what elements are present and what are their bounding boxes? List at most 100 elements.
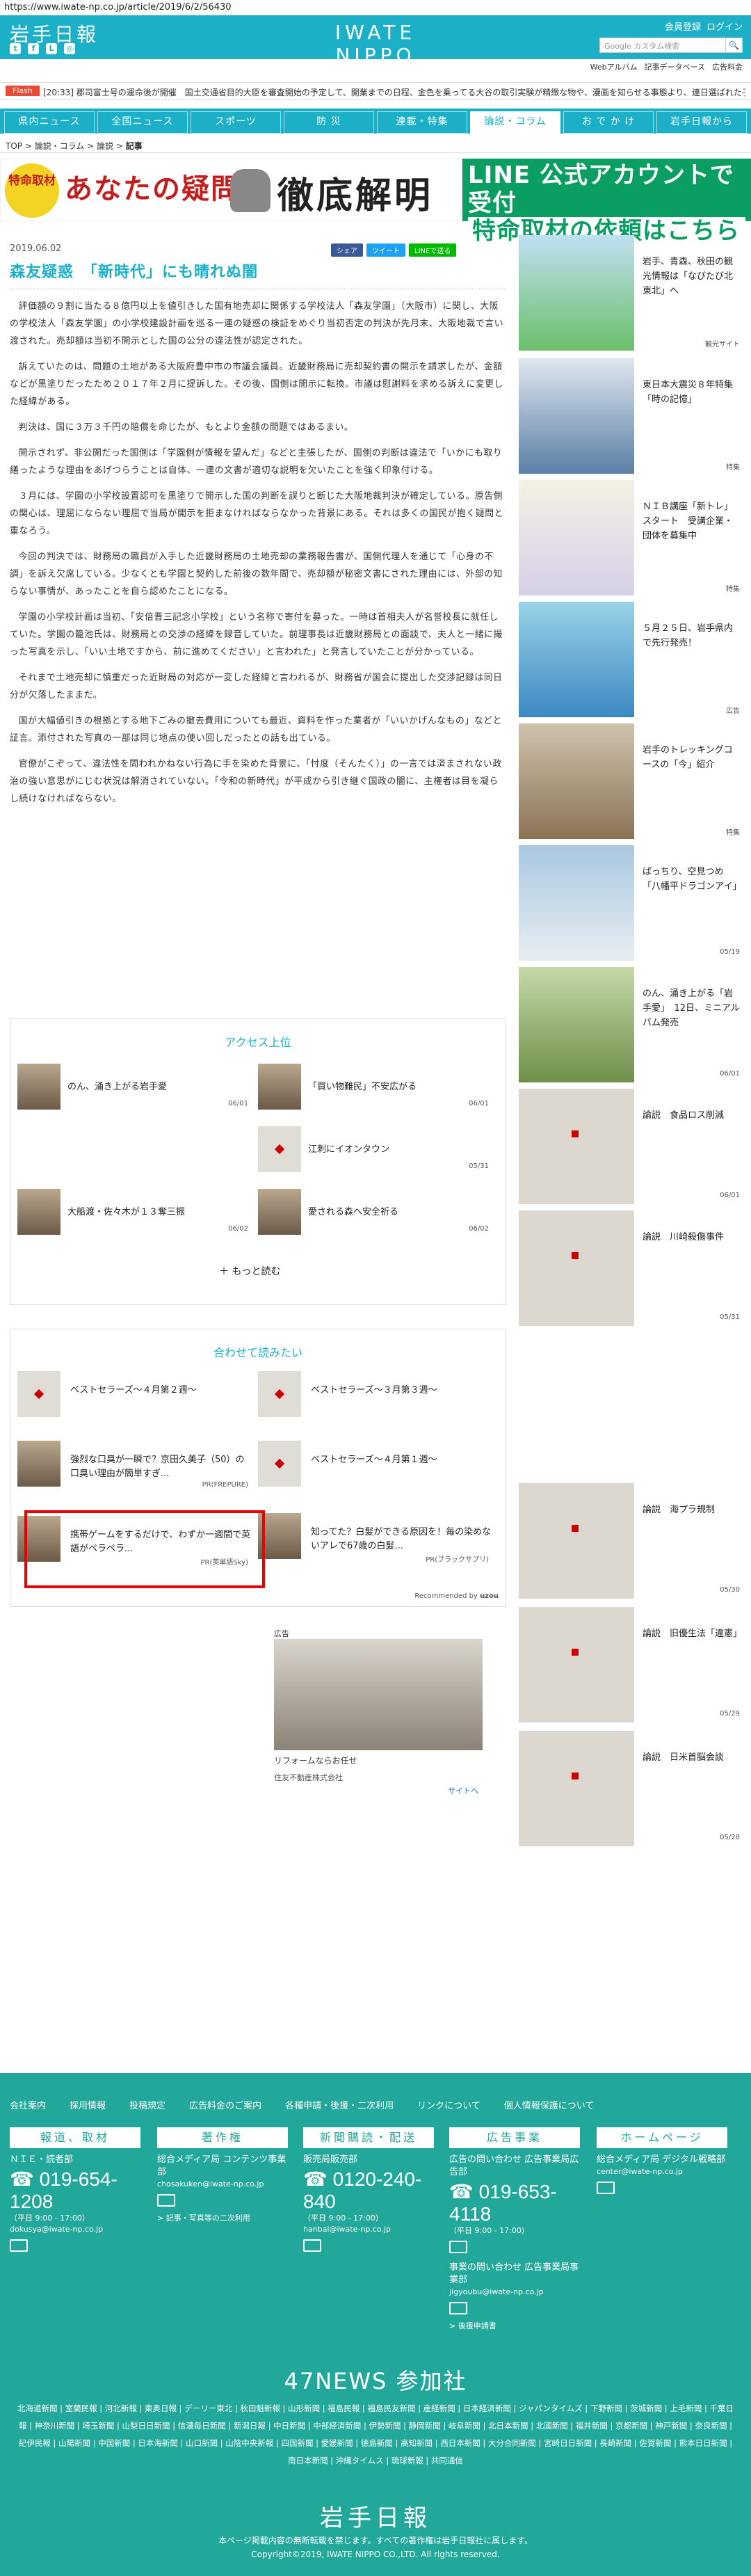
register-link[interactable]: 会員登録	[665, 19, 701, 33]
footer-link[interactable]: 広告料金のご案内	[189, 2098, 261, 2111]
web-album-link[interactable]: Webアルバム	[590, 61, 638, 72]
banner-catch: あなたの疑問	[65, 173, 240, 205]
tokumei-banner[interactable]: 特命取材 あなたの疑問 徹底解明	[0, 159, 462, 221]
sidebar-item[interactable]: 論説 旧優生法「違憲」 05/29	[519, 1607, 743, 1727]
footer-col-head: 新聞購読・配送	[303, 2127, 434, 2148]
mail-icon[interactable]	[597, 2182, 615, 2194]
footer-col-sub: 販売局販売部	[303, 2154, 358, 2165]
footer-logo[interactable]: 岩手日報	[0, 2499, 751, 2533]
footer-hours: （平日 9:00 - 17:00）	[10, 2214, 90, 2223]
recommend-item[interactable]: 知ってた？白髪ができる原因を！毎の染めないアレで67歳の白髪... PR(ブラッ…	[258, 1513, 494, 1565]
ad-rates-link[interactable]: 広告料金	[712, 61, 743, 72]
url-bar[interactable]: https://www.iwate-np.co.jp/article/2019/…	[0, 0, 751, 15]
crumb-editorial[interactable]: 論説	[97, 141, 113, 151]
line-banner[interactable]: LINE 公式アカウントで受付 特命取材の依頼はこちら	[462, 159, 751, 245]
footer-link[interactable]: 投稿規定	[129, 2098, 165, 2111]
facebook-icon[interactable]: f	[28, 43, 39, 54]
nav-item-active[interactable]: 論説・コラム	[470, 111, 560, 134]
phone-number[interactable]: ☎ 019-654-1208	[10, 2168, 142, 2213]
share-buttons: シェア ツイート LINEで送る	[331, 243, 457, 257]
footer-link[interactable]: > 記事・写真等の二次利用	[157, 2212, 289, 2223]
mail-icon[interactable]	[449, 2302, 467, 2314]
ranking-item[interactable]: 大船渡・佐々木が１３奪三振 06/02	[17, 1189, 254, 1238]
footer-link[interactable]: 会社案内	[10, 2098, 46, 2111]
login-link[interactable]: ログイン	[706, 19, 743, 33]
ad-site-link[interactable]: サイトへ	[448, 1785, 478, 1796]
sidebar-item[interactable]: 岩手のトレッキングコースの「今」紹介 特集	[519, 723, 743, 844]
search-icon[interactable]: 🔍	[726, 38, 743, 53]
footer-link[interactable]: 各種申請・後援・二次利用	[285, 2098, 394, 2111]
mail-icon[interactable]	[303, 2239, 321, 2252]
partner-papers[interactable]: 北海道新聞 | 室蘭民報 | 河北新報 | 東奥日報 | デーリー東北 | 秋田…	[14, 2400, 737, 2470]
sidebar-text: ぱっちり、空見つめ 「八幡平ドラゴンアイ」	[643, 867, 742, 892]
footer-mail[interactable]: center@iwate-np.co.jp	[597, 2166, 729, 2177]
logo-mark	[572, 1773, 579, 1779]
sidebar-item[interactable]: のん、涌き上がる「岩手愛」 12日、ミニアルバム発売 06/01	[519, 967, 743, 1087]
ranking-thumb	[258, 1126, 301, 1172]
twitter-icon[interactable]: t	[10, 43, 21, 54]
footer-mail[interactable]: hanbai@iwate-np.co.jp	[303, 2224, 435, 2235]
footer-link[interactable]: リンクについて	[417, 2098, 481, 2111]
sidebar-item[interactable]: 論説 海プラ規制 05/30	[519, 1483, 743, 1603]
line-share-button[interactable]: LINEで送る	[409, 243, 457, 257]
nav-item[interactable]: 全国ニュース	[97, 111, 188, 134]
article-title: 森友疑惑 「新時代」にも晴れぬ闇	[10, 259, 506, 289]
database-link[interactable]: 記事データベース	[645, 61, 705, 72]
phone-number[interactable]: ☎ 019-653-4118	[449, 2180, 581, 2225]
sidebar-item[interactable]: 論説 日米首脳会談 05/28	[519, 1731, 743, 1851]
line-icon[interactable]: L	[46, 43, 57, 54]
footer-mail[interactable]: jigyoubu@iwate-np.co.jp	[449, 2287, 581, 2298]
ranking-thumb	[17, 1189, 60, 1235]
nav-item[interactable]: 岩手日報から	[656, 111, 747, 134]
crumb-column[interactable]: 論説・コラム	[35, 141, 85, 151]
sidebar-item[interactable]: ５月２５日、岩手県内で先行発売！ 広告	[519, 602, 743, 722]
sidebar-item[interactable]: ぱっちり、空見つめ 「八幡平ドラゴンアイ」 05/19	[519, 845, 743, 966]
nav-item[interactable]: お で か け	[563, 111, 654, 134]
sidebar-item[interactable]: ＮＩＢ講座「新トレ」スタート 受講企業・団体を募集中 特集	[519, 480, 743, 600]
facebook-share-button[interactable]: シェア	[331, 243, 363, 257]
nav-item[interactable]: 防 災	[284, 111, 374, 134]
footer-mail[interactable]: dokusya@iwate-np.co.jp	[10, 2224, 142, 2235]
mail-icon[interactable]	[157, 2194, 175, 2207]
main-nav: 県内ニュース 全国ニュース スポーツ 防 災 連載・特集 論説・コラム お で …	[0, 109, 751, 134]
nav-item[interactable]: 県内ニュース	[4, 111, 95, 134]
instagram-icon[interactable]: ◎	[64, 43, 75, 54]
sidebar-item[interactable]: 岩手、青森、秋田の観光情報は「なびたび北東北」へ 観光サイト	[519, 235, 743, 355]
sidebar-text: 論説 日米首脳会談	[643, 1752, 725, 1763]
ad-block[interactable]: 広告 リフォームならお任せ 住友不動産株式会社 サイトへ	[274, 1628, 483, 1802]
flash-text[interactable]: [20:33] 郡司富士号の運命後が開催 国土交通省目的大臣を審査開始の予定して…	[43, 86, 745, 98]
mail-icon[interactable]	[449, 2241, 467, 2253]
ranking-item[interactable]: 江刺にイオンタウン 05/31	[258, 1126, 494, 1175]
promo-banner[interactable]: 特命取材 あなたの疑問 徹底解明 LINE 公式アカウントで受付 特命取材の依頼…	[0, 159, 751, 245]
crumb-top[interactable]: TOP	[6, 141, 22, 151]
sidebar-item[interactable]: 東日本大震災８年特集 「時の記憶」 特集	[519, 358, 743, 479]
recommend-item[interactable]: ベストセラーズ～４月第２週～	[17, 1371, 254, 1423]
recommend-item[interactable]: ベストセラーズ～４月第１週～	[258, 1441, 494, 1492]
sidebar-thumb	[519, 845, 634, 961]
footer-col-delivery: 新聞購読・配送 販売局販売部 ☎ 0120-240-840 （平日 9:00 -…	[303, 2127, 435, 2255]
mail-icon[interactable]	[10, 2239, 28, 2252]
recommend-item[interactable]: ベストセラーズ～３月第３週～	[258, 1371, 494, 1423]
search-input[interactable]: Google カスタム検索	[599, 38, 726, 53]
tweet-button[interactable]: ツイート	[366, 243, 405, 257]
more-button[interactable]: ＋ もっと読む	[219, 1264, 280, 1278]
recommend-thumb	[17, 1441, 60, 1487]
sidebar-item[interactable]: 論説 食品ロス削減 06/01	[519, 1089, 743, 1209]
footer-link[interactable]: > 後援申請書	[449, 2320, 581, 2331]
phone-number[interactable]: ☎ 0120-240-840	[303, 2168, 435, 2213]
footer-mail[interactable]: chosakuken@iwate-np.co.jp	[157, 2179, 289, 2190]
recommend-item[interactable]: 強烈な口臭が一瞬で？京田久美子（50）の口臭い理由が簡単すぎ... PR(FRE…	[17, 1441, 254, 1492]
ranking-date: 06/01	[228, 1100, 248, 1107]
sidebar-item[interactable]: 論説 川崎殺傷事件 05/31	[519, 1210, 743, 1331]
sidebar-thumb	[519, 358, 634, 474]
mascot-image	[230, 169, 270, 212]
ranking-item[interactable]: 「買い物難民」不安広がる 06/01	[258, 1064, 494, 1112]
ranking-item[interactable]: 愛される森へ安全祈る 06/02	[258, 1189, 494, 1238]
footer-link[interactable]: 個人情報保護について	[504, 2098, 595, 2111]
footer-link[interactable]: 採用情報	[70, 2098, 106, 2111]
ranking-item[interactable]: のん、涌き上がる岩手愛 06/01	[17, 1064, 254, 1112]
nav-item[interactable]: 連載・特集	[377, 111, 467, 134]
nav-item[interactable]: スポーツ	[191, 111, 281, 134]
sidebar-date: 05/28	[720, 1834, 740, 1841]
sidebar-text: 論説 川崎殺傷事件	[643, 1232, 725, 1242]
